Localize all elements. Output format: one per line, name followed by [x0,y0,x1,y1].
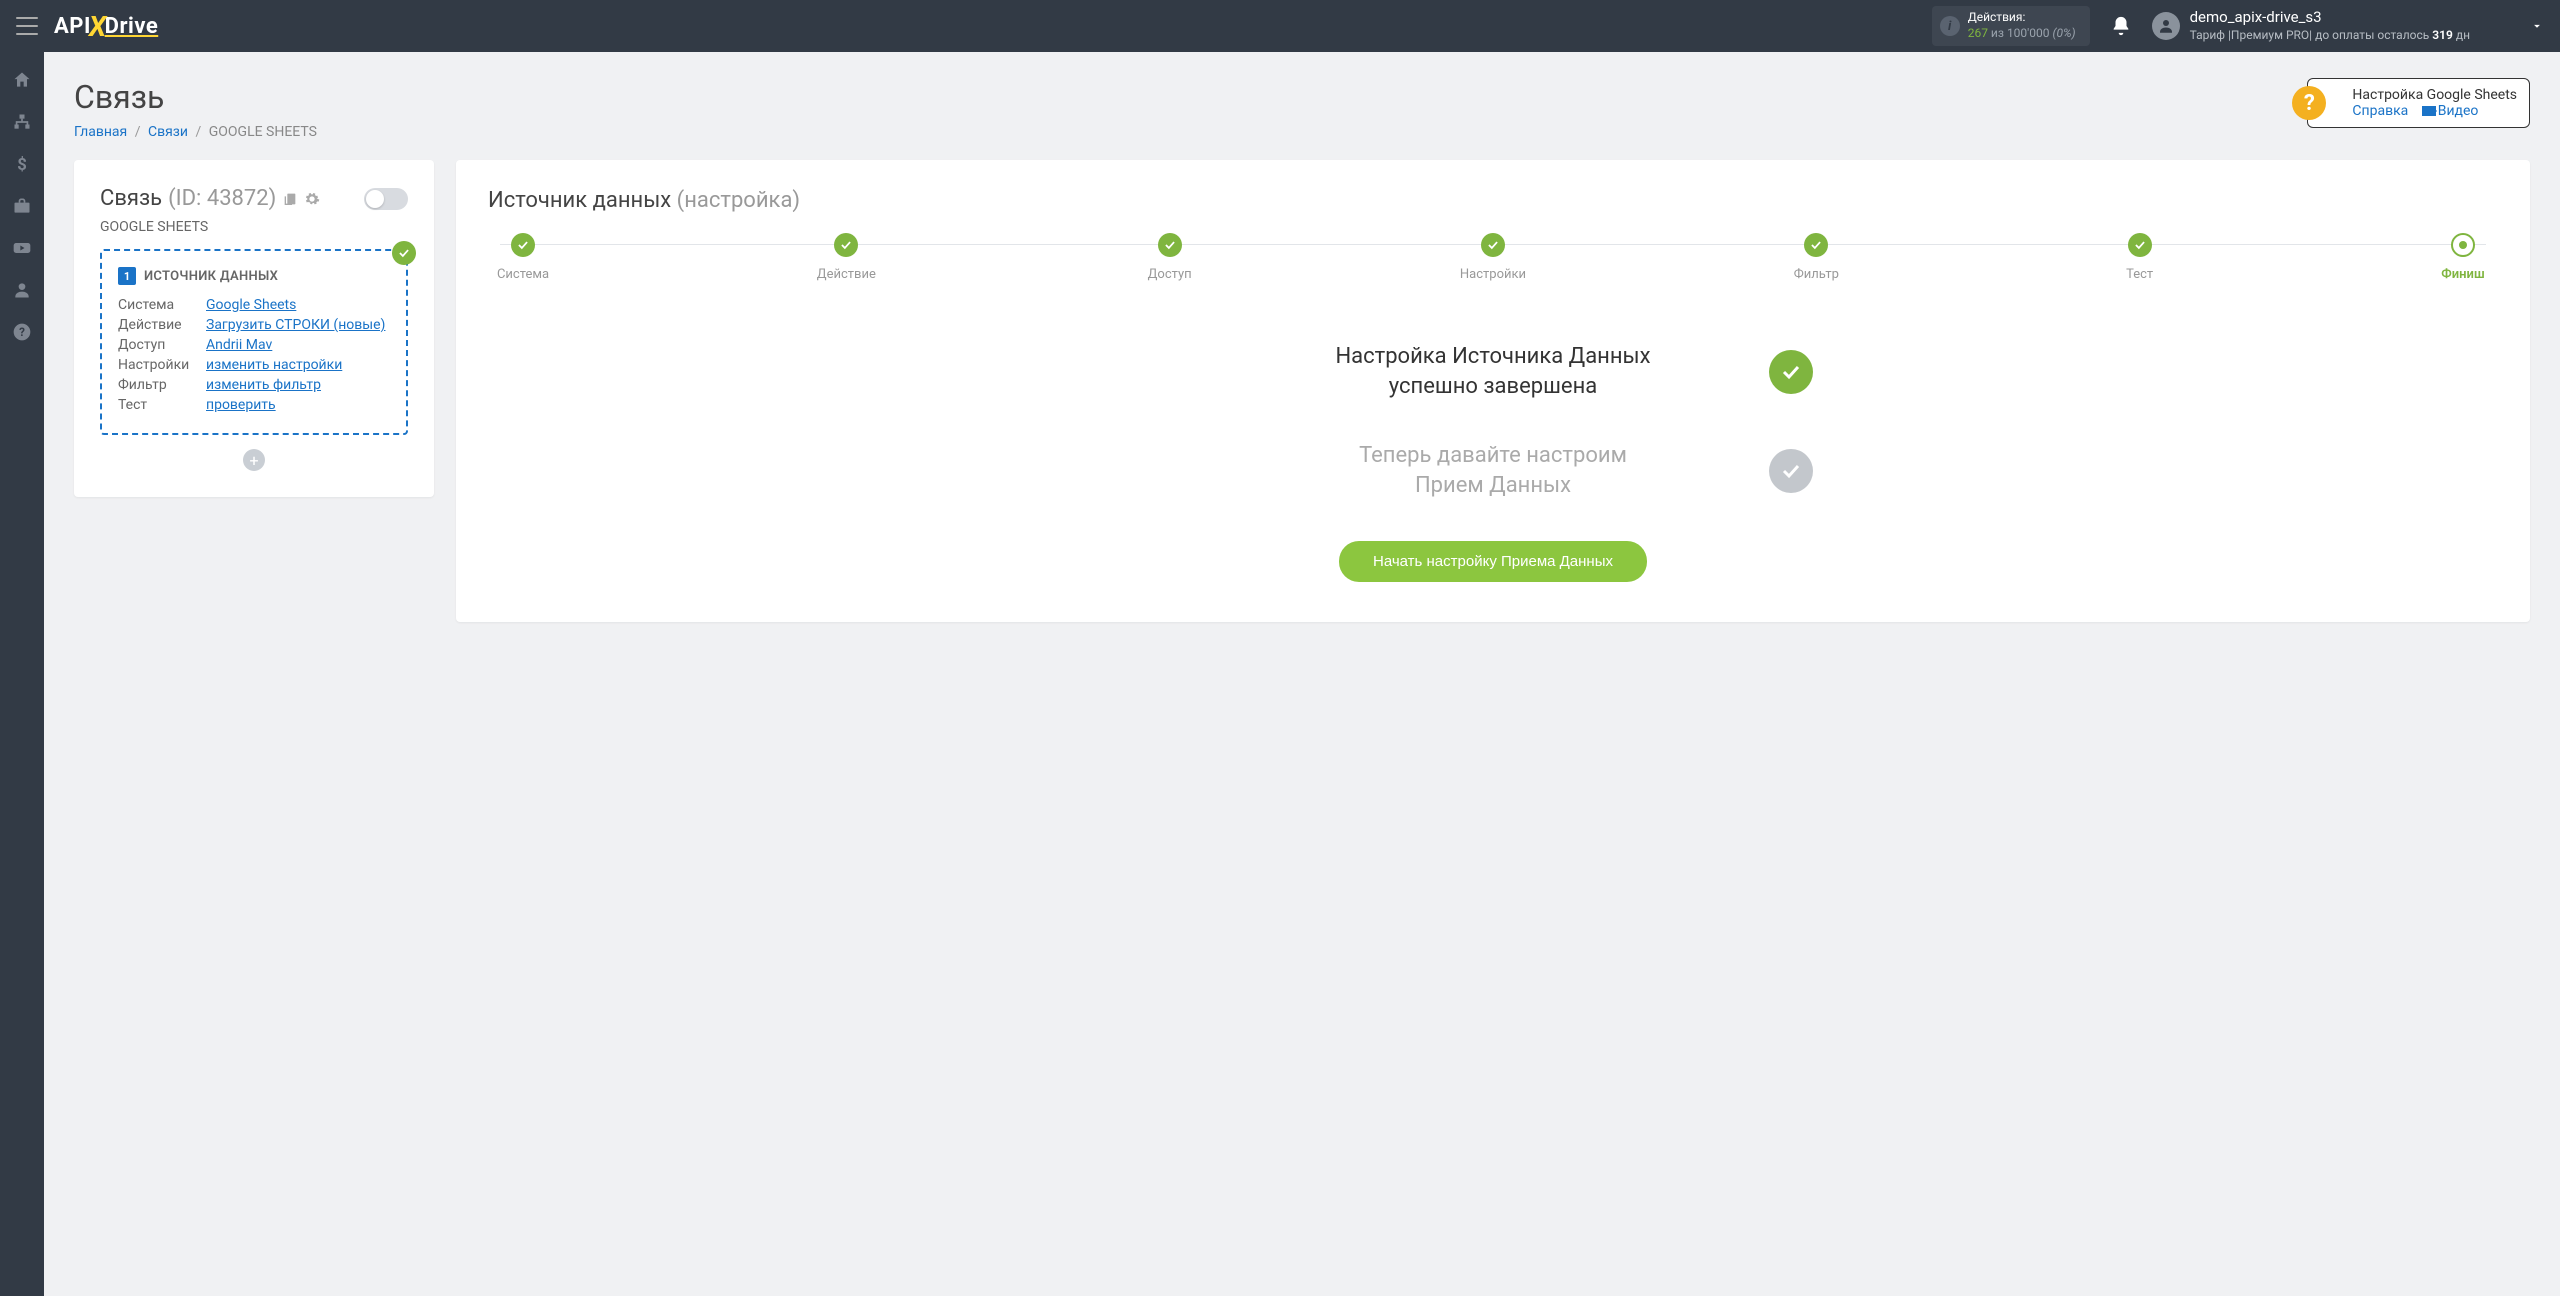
kv-value-link[interactable]: изменить настройки [206,357,342,373]
help-title: Настройка Google Sheets [2352,87,2517,103]
help-video-link[interactable]: Видео [2422,103,2479,119]
actions-sep: из 100'000 [1991,26,2053,40]
source-number-badge: 1 [118,267,136,285]
page-title: Связь [74,78,317,116]
actions-percent: (0%) [2052,26,2075,40]
add-button[interactable]: + [243,449,265,471]
sidebar-briefcase-icon[interactable] [12,196,32,216]
logo-text-2: Drive [105,14,159,39]
kv-value-link[interactable]: Andrii Mav [206,337,272,353]
pending-check-icon [1769,449,1813,493]
connection-id: (ID: 43872) [168,186,276,211]
data-source-box: 1 ИСТОЧНИК ДАННЫХ СистемаGoogle SheetsДе… [100,249,408,435]
help-reference-link[interactable]: Справка [2352,103,2408,119]
step-label: Система [488,267,558,282]
logo[interactable]: APIXDrive [54,10,158,43]
actions-info-pill[interactable]: i Действия: 267 из 100'000 (0%) [1932,6,2090,45]
username: demo_apix-drive_s3 [2190,8,2470,28]
logo-x-icon: X [89,10,107,43]
copy-icon[interactable] [282,191,298,207]
sidebar-hierarchy-icon[interactable] [12,112,32,132]
info-icon: i [1940,16,1960,36]
step-label: Фильтр [1781,267,1851,282]
help-box: ? Настройка Google Sheets Справка Видео [2307,78,2530,128]
kv-key: Действие [118,317,206,333]
video-icon [2422,106,2436,116]
sidebar-home-icon[interactable] [12,70,32,90]
step-label: Настройки [1458,267,1528,282]
hamburger-menu[interactable] [16,17,38,35]
svg-text:?: ? [19,325,25,339]
sidebar-dollar-icon[interactable]: $ [12,154,32,174]
breadcrumb-current: GOOGLE SHEETS [209,124,317,140]
start-setup-button[interactable]: Начать настройку Приема Данных [1339,541,1647,582]
logo-text-1: API [54,14,91,39]
step-система[interactable]: Система [488,233,558,282]
user-menu[interactable]: demo_apix-drive_s3 Тариф |Премиум PRO| д… [2152,8,2544,43]
tariff-info: Тариф |Премиум PRO| до оплаты осталось 3… [2190,28,2470,44]
kv-value-link[interactable]: Загрузить СТРОКИ (новые) [206,317,385,333]
setup-card: Источник данных (настройка) Система Дейст… [456,160,2530,622]
connection-toggle[interactable] [364,188,408,210]
kv-value-link[interactable]: Google Sheets [206,297,296,313]
kv-key: Фильтр [118,377,206,393]
kv-key: Тест [118,397,206,413]
step-действие[interactable]: Действие [811,233,881,282]
kv-key: Настройки [118,357,206,373]
step-настройки[interactable]: Настройки [1458,233,1528,282]
success-status: Настройка Источника Данных успешно завер… [1233,342,1753,401]
check-icon [392,241,416,265]
step-label: Доступ [1135,267,1205,282]
help-question-icon: ? [2292,86,2326,120]
chevron-down-icon [2530,19,2544,33]
breadcrumb: Главная / Связи / GOOGLE SHEETS [74,124,317,140]
svg-text:$: $ [17,156,27,174]
kv-key: Доступ [118,337,206,353]
sidebar-youtube-icon[interactable] [12,238,32,258]
source-head-text: ИСТОЧНИК ДАННЫХ [144,269,278,284]
step-label: Действие [811,267,881,282]
sidebar-user-icon[interactable] [12,280,32,300]
actions-label: Действия: [1968,10,2076,26]
kv-value-link[interactable]: проверить [206,397,276,413]
sidebar-help-icon[interactable]: ? [12,322,32,342]
next-status: Теперь давайте настроим Прием Данных [1233,441,1753,500]
setup-title: Источник данных (настройка) [488,188,2498,213]
kv-value-link[interactable]: изменить фильтр [206,377,321,393]
stepper: Система Действие Доступ Настройки Фильтр Тест… [488,233,2498,282]
breadcrumb-links[interactable]: Связи [148,124,188,140]
step-label: Тест [2105,267,2175,282]
actions-count: 267 [1968,26,1988,40]
step-фильтр[interactable]: Фильтр [1781,233,1851,282]
connection-subtitle: GOOGLE SHEETS [100,219,408,235]
step-доступ[interactable]: Доступ [1135,233,1205,282]
notifications-bell-icon[interactable] [2110,15,2132,37]
breadcrumb-home[interactable]: Главная [74,124,127,140]
step-финиш[interactable]: Финиш [2428,233,2498,282]
connection-title: Связь [100,186,162,211]
connection-card: Связь (ID: 43872) GOOGLE SHEETS 1 ИСТОЧН… [74,160,434,497]
kv-key: Система [118,297,206,313]
avatar-icon [2152,12,2180,40]
success-check-icon [1769,350,1813,394]
step-тест[interactable]: Тест [2105,233,2175,282]
step-label: Финиш [2428,267,2498,282]
gear-icon[interactable] [304,191,320,207]
